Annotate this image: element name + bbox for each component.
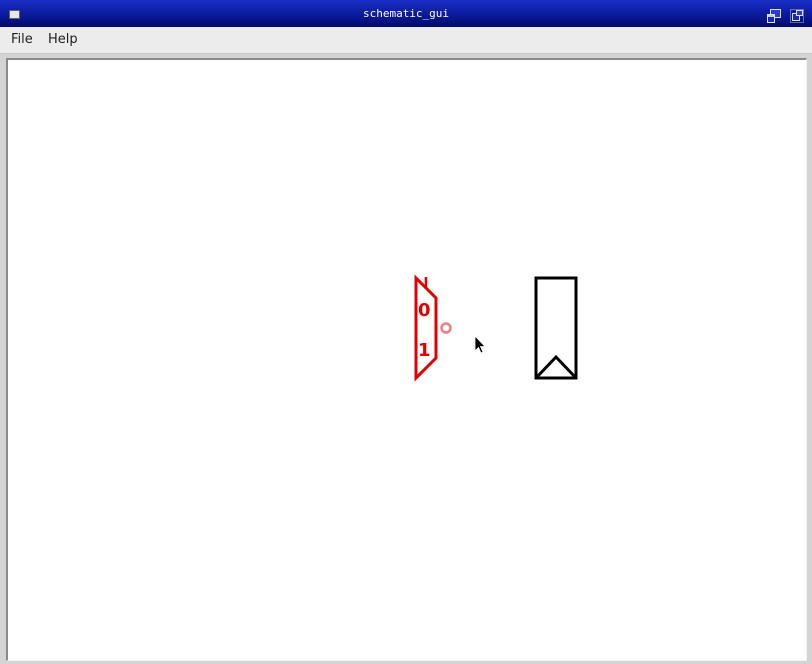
- clock-triangle-icon: [534, 354, 578, 380]
- mux-component[interactable]: 0 1: [414, 274, 438, 382]
- clock-block-component[interactable]: [534, 276, 578, 380]
- mux-input-label-0: 0: [418, 300, 431, 321]
- mux-output-pin[interactable]: [440, 322, 452, 334]
- mux-input-label-1: 1: [418, 340, 431, 361]
- mouse-pointer-icon: [474, 335, 486, 354]
